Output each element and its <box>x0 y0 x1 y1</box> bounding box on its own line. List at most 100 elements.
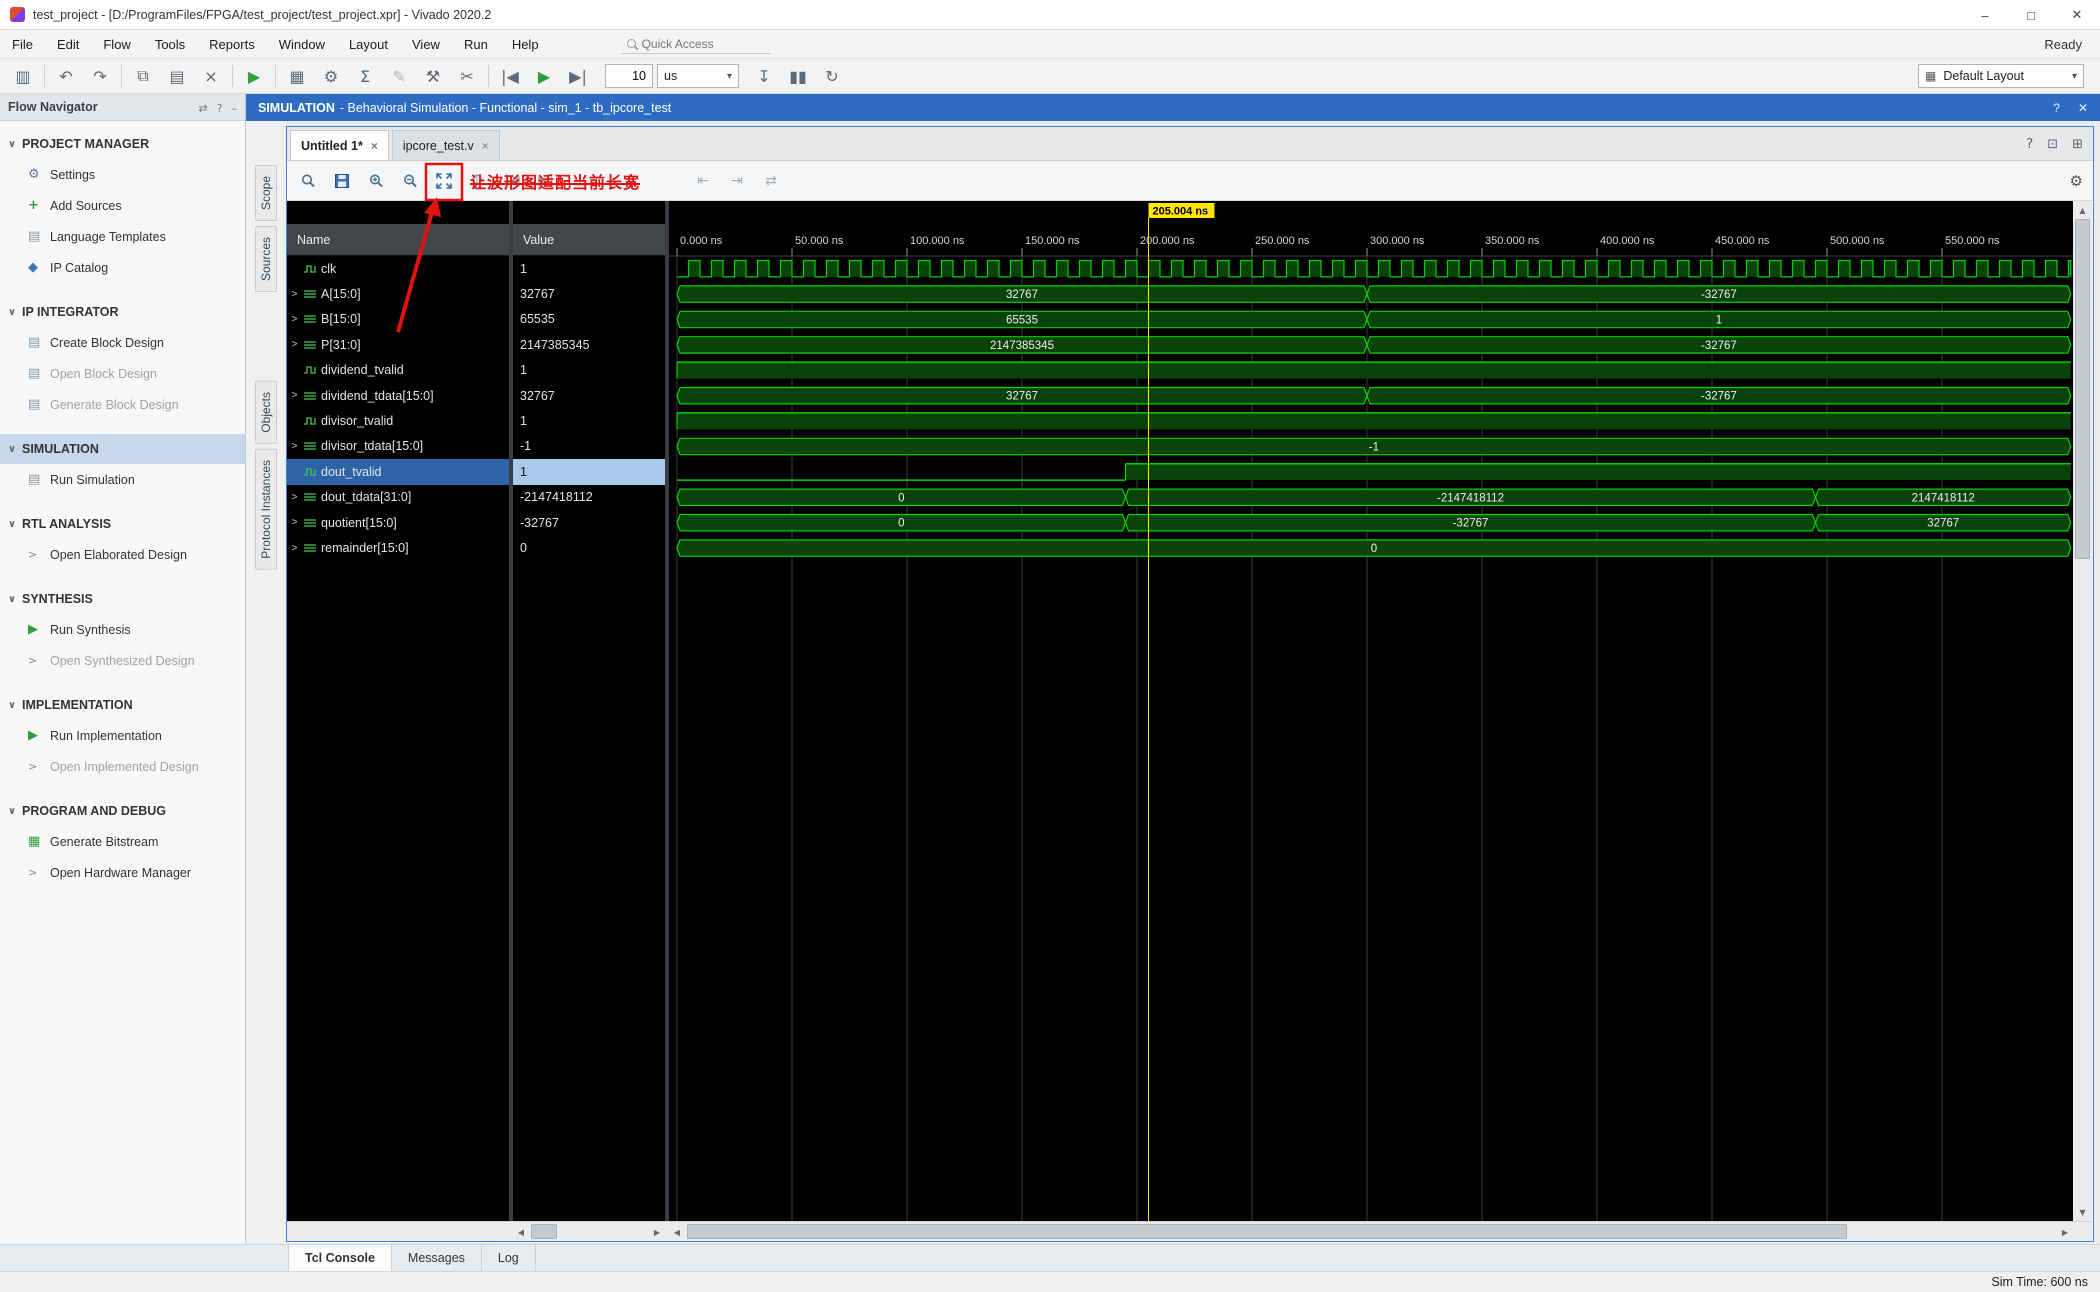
nav-section-project-manager[interactable]: ∨ PROJECT MANAGER <box>0 129 245 159</box>
collapse-icon[interactable]: ∨ <box>8 700 22 711</box>
wave-scroll-left-icon[interactable]: ◀ <box>669 1222 685 1242</box>
nav-item-open-implemented-design[interactable]: > Open Implemented Design <box>0 751 245 782</box>
quick-access-input[interactable] <box>641 36 752 51</box>
minimize-icon[interactable]: – <box>232 102 238 115</box>
nav-item-open-block-design[interactable]: ▤ Open Block Design <box>0 358 245 389</box>
values-scroll-thumb[interactable] <box>531 1224 557 1239</box>
delete-icon[interactable]: × <box>196 63 226 89</box>
wave-vertical-scrollbar[interactable]: ▲ ▼ <box>2073 201 2092 1221</box>
collapse-icon[interactable]: ∨ <box>8 519 22 530</box>
menu-file[interactable]: File <box>0 30 45 58</box>
nav-item-generate-block-design[interactable]: ▤ Generate Block Design <box>0 389 245 420</box>
time-unit-select[interactable]: us ▾ <box>657 64 739 88</box>
menu-edit[interactable]: Edit <box>45 30 91 58</box>
close-button[interactable]: ✕ <box>2054 0 2100 30</box>
quick-access-search[interactable] <box>620 35 771 54</box>
expand-icon[interactable]: > <box>287 289 302 300</box>
side-tab-protocol-instances[interactable]: Protocol Instances <box>255 448 277 570</box>
help-icon[interactable]: ? <box>217 102 223 115</box>
signal-name-row[interactable]: > A[15:0] <box>287 281 509 306</box>
help-icon[interactable]: ? <box>2053 101 2060 115</box>
menu-run[interactable]: Run <box>452 30 500 58</box>
wave-settings-gear-icon[interactable]: ⚙ <box>2070 172 2083 190</box>
nav-section-synthesis[interactable]: ∨ SYNTHESIS <box>0 584 245 614</box>
expand-icon[interactable]: > <box>287 441 302 452</box>
side-tab-sources[interactable]: Sources <box>255 226 277 293</box>
menu-flow[interactable]: Flow <box>91 30 142 58</box>
pause-icon[interactable]: ▮▮ <box>783 63 813 89</box>
paste-icon[interactable]: ▤ <box>162 63 192 89</box>
prev-transition-icon[interactable]: |◀ <box>501 170 523 192</box>
find-icon[interactable] <box>297 170 319 192</box>
menu-layout[interactable]: Layout <box>337 30 400 58</box>
signal-name-row[interactable]: > P[31:0] <box>287 332 509 357</box>
signal-name-row[interactable]: > remainder[15:0] <box>287 535 509 560</box>
restart-icon[interactable]: |◀ <box>495 63 525 89</box>
signal-name-row[interactable]: > dividend_tdata[15:0] <box>287 383 509 408</box>
cut-icon[interactable]: ✂ <box>452 63 482 89</box>
toggle-icon[interactable]: ⇄ <box>198 102 207 115</box>
float-icon[interactable]: ⊡ <box>2047 137 2058 152</box>
bottom-tab-tcl-console[interactable]: Tcl Console <box>288 1245 392 1271</box>
signal-name-row[interactable]: dout_tvalid <box>287 459 509 485</box>
expand-icon[interactable]: > <box>287 390 302 401</box>
bottom-tab-messages[interactable]: Messages <box>392 1245 482 1271</box>
run-all-icon[interactable]: ▶ <box>529 63 559 89</box>
scroll-down-icon[interactable]: ▼ <box>2073 1203 2092 1221</box>
redo-icon[interactable]: ↷ <box>85 63 115 89</box>
signal-name-row[interactable]: divisor_tvalid <box>287 408 509 433</box>
collapse-icon[interactable]: ∨ <box>8 806 22 817</box>
menu-tools[interactable]: Tools <box>143 30 197 58</box>
minimize-button[interactable]: – <box>1962 0 2008 30</box>
next-transition-icon[interactable]: ▶| <box>535 170 557 192</box>
zoom-out-icon[interactable] <box>399 170 421 192</box>
go-to-end-icon[interactable]: ⇥ <box>726 170 748 192</box>
open-icon[interactable]: ▥ <box>8 63 38 89</box>
step-icon[interactable]: ↧ <box>749 63 779 89</box>
run-icon[interactable]: ▶ <box>239 63 269 89</box>
copy-icon[interactable]: ⧉ <box>128 63 158 89</box>
add-marker-icon[interactable]: + <box>569 170 591 192</box>
menu-view[interactable]: View <box>400 30 452 58</box>
nav-item-create-block-design[interactable]: ▤ Create Block Design <box>0 327 245 358</box>
wave-scroll-thumb[interactable] <box>687 1224 1847 1239</box>
bottom-tab-log[interactable]: Log <box>482 1245 536 1271</box>
waveform-canvas[interactable]: 0.000 ns 50.000 ns 100.000 ns 150.000 ns 200… <box>669 201 2073 1221</box>
zoom-cursor-icon[interactable] <box>467 170 489 192</box>
expand-icon[interactable]: > <box>287 492 302 503</box>
edit-icon[interactable]: ✎ <box>384 63 414 89</box>
run-for-icon[interactable]: ▶| <box>563 63 593 89</box>
zoom-fit-icon[interactable] <box>433 170 455 192</box>
side-tab-scope[interactable]: Scope <box>255 165 277 222</box>
scroll-up-icon[interactable]: ▲ <box>2073 201 2092 219</box>
expand-icon[interactable]: > <box>287 543 302 554</box>
run-time-input[interactable] <box>605 64 653 88</box>
undo-icon[interactable]: ↶ <box>51 63 81 89</box>
name-column-header[interactable]: Name <box>287 224 509 256</box>
maximize-icon[interactable]: ⊞ <box>2072 137 2083 152</box>
expand-icon[interactable]: > <box>287 339 302 350</box>
signal-name-row[interactable]: dividend_tvalid <box>287 358 509 383</box>
nav-item-add-sources[interactable]: + Add Sources <box>0 190 245 221</box>
tab-untitled-1[interactable]: Untitled 1* × <box>290 130 389 160</box>
nav-item-settings[interactable]: ⚙ Settings <box>0 159 245 190</box>
swap-cursor-icon[interactable]: ⇄ <box>760 170 782 192</box>
maximize-button[interactable]: □ <box>2008 0 2054 30</box>
tab-ipcore-test-v[interactable]: ipcore_test.v × <box>391 130 500 160</box>
signal-name-row[interactable]: > dout_tdata[31:0] <box>287 485 509 510</box>
expand-icon[interactable]: > <box>287 517 302 528</box>
values-scroll-right-icon[interactable]: ▶ <box>649 1222 665 1242</box>
expand-icon[interactable]: > <box>287 314 302 325</box>
settings-icon[interactable]: ⚙ <box>316 63 346 89</box>
go-to-start-icon[interactable]: ⇤ <box>692 170 714 192</box>
relaunch-icon[interactable]: ↻ <box>817 63 847 89</box>
wave-scroll-right-icon[interactable]: ▶ <box>2057 1222 2073 1242</box>
nav-item-run-implementation[interactable]: ▶ Run Implementation <box>0 720 245 751</box>
nav-section-implementation[interactable]: ∨ IMPLEMENTATION <box>0 690 245 720</box>
value-column-header[interactable]: Value <box>513 224 665 256</box>
signal-name-row[interactable]: > divisor_tdata[15:0] <box>287 434 509 459</box>
close-tab-icon[interactable]: × <box>371 139 378 153</box>
values-scroll-left-icon[interactable]: ◀ <box>513 1222 529 1242</box>
menu-help[interactable]: Help <box>500 30 551 58</box>
nav-section-simulation[interactable]: ∨ SIMULATION <box>0 434 245 464</box>
